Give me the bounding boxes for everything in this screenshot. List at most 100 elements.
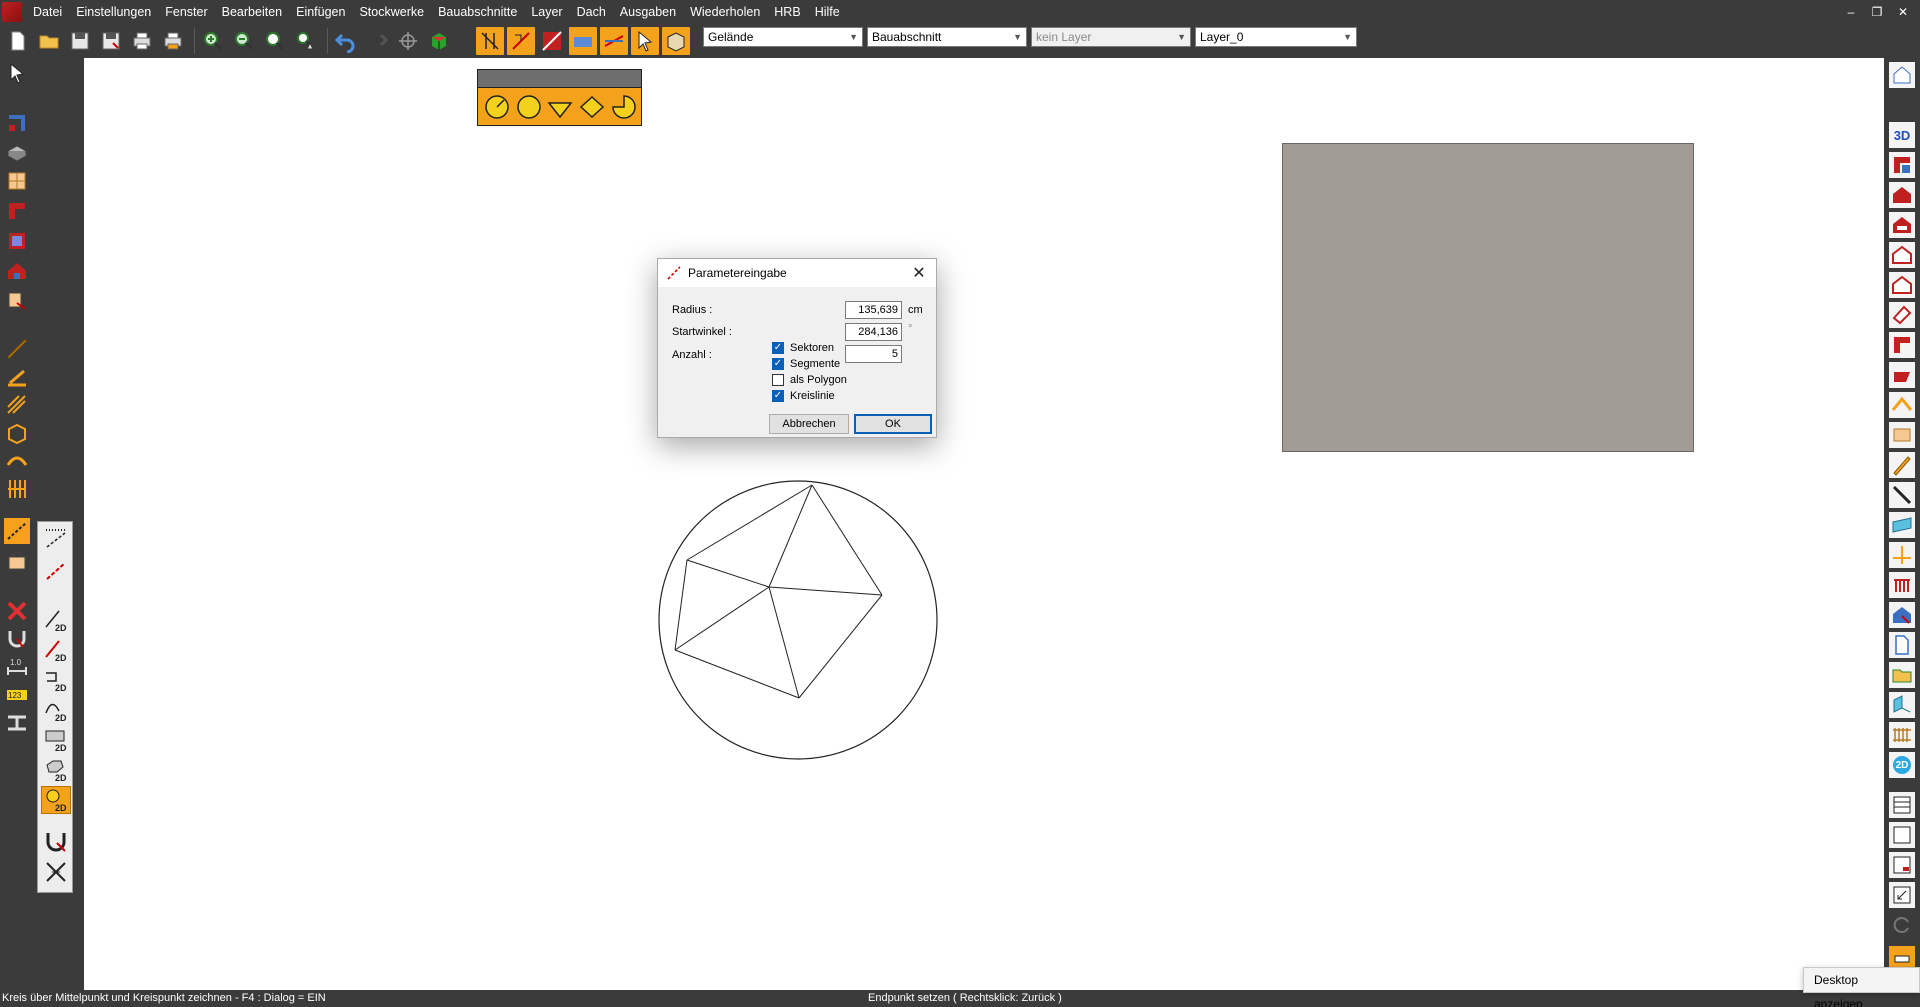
- menu-hrb[interactable]: HRB: [767, 0, 807, 24]
- menu-bauabschnitte[interactable]: Bauabschnitte: [431, 0, 524, 24]
- menu-einstellungen[interactable]: Einstellungen: [69, 0, 158, 24]
- resize-button[interactable]: [1889, 882, 1915, 908]
- circle-center-radius-button[interactable]: [482, 92, 512, 122]
- menu-layer[interactable]: Layer: [524, 0, 569, 24]
- checkbox-sektoren[interactable]: ✓ Sektoren: [772, 341, 834, 355]
- house-edit-button[interactable]: [1889, 602, 1915, 628]
- railing-tool-button[interactable]: [4, 392, 30, 418]
- ok-button[interactable]: OK: [854, 414, 932, 434]
- door-tool-button[interactable]: [4, 198, 30, 224]
- crosshair-button[interactable]: [394, 27, 422, 55]
- hatch-button[interactable]: [538, 27, 566, 55]
- building-tool-button[interactable]: [4, 258, 30, 284]
- circle-2d-tool-button[interactable]: 2D: [41, 786, 71, 814]
- checkbox-segmente-box[interactable]: ✓: [772, 358, 784, 370]
- grid-tool-button[interactable]: [4, 476, 30, 502]
- circle-with-sectors-drawing[interactable]: [655, 475, 951, 765]
- zoom-all-button[interactable]: [292, 27, 320, 55]
- terrain-combo[interactable]: Gelände ▼: [703, 27, 863, 47]
- anzahl-input[interactable]: 5: [845, 345, 902, 363]
- numbering-button[interactable]: 123: [4, 682, 30, 708]
- cancel-button[interactable]: Abbrechen: [769, 414, 849, 434]
- checkbox-sektoren-box[interactable]: ✓: [772, 342, 784, 354]
- magnet-tool-button[interactable]: [41, 828, 71, 856]
- section-button[interactable]: [4, 710, 30, 736]
- material-view-button[interactable]: [1889, 512, 1915, 538]
- checkbox-kreislinie-box[interactable]: ✓: [772, 390, 784, 402]
- save-as-button[interactable]: [97, 27, 125, 55]
- panel-button[interactable]: [1889, 422, 1915, 448]
- menu-datei[interactable]: Datei: [26, 0, 69, 24]
- sublayer-combo[interactable]: kein Layer ▼: [1031, 27, 1191, 47]
- stair-view-button[interactable]: [1889, 362, 1915, 388]
- open-file-button[interactable]: [35, 27, 63, 55]
- zoom-window-button[interactable]: [261, 27, 289, 55]
- slab-tool-button[interactable]: [4, 140, 30, 166]
- menu-fenster[interactable]: Fenster: [158, 0, 214, 24]
- 3d-view-button[interactable]: 3D: [1889, 122, 1915, 148]
- house-view-button-3[interactable]: [1889, 242, 1915, 268]
- menu-einfuegen[interactable]: Einfügen: [289, 0, 352, 24]
- stair-tool-button[interactable]: [4, 364, 30, 390]
- arc-partial-button[interactable]: [609, 92, 639, 122]
- wall-tool-button[interactable]: [4, 110, 30, 136]
- modify-button[interactable]: [4, 626, 30, 652]
- line-view-button[interactable]: [1889, 482, 1915, 508]
- dialog-close-button[interactable]: ✕: [908, 262, 930, 284]
- red-line-tool-button[interactable]: [41, 556, 71, 584]
- checkbox-segmente[interactable]: ✓ Segmente: [772, 357, 840, 371]
- 3d-cube-button[interactable]: [425, 27, 453, 55]
- beam-view-button[interactable]: [1889, 452, 1915, 478]
- save-button[interactable]: [66, 27, 94, 55]
- house-view-button-2[interactable]: [1889, 212, 1915, 238]
- circle-full-button[interactable]: [514, 92, 544, 122]
- floor-plan-3d-button[interactable]: [1889, 152, 1915, 178]
- house-view-button-1[interactable]: [1889, 182, 1915, 208]
- fill-button[interactable]: [569, 27, 597, 55]
- new-file-button[interactable]: [4, 27, 32, 55]
- select-tool-button[interactable]: [4, 60, 30, 86]
- page-layout-button[interactable]: [1889, 852, 1915, 878]
- window-tool-button[interactable]: [4, 168, 30, 194]
- blank-page-button[interactable]: [1889, 822, 1915, 848]
- object-properties-button[interactable]: [662, 27, 690, 55]
- terrain-rectangle[interactable]: [1282, 143, 1694, 452]
- wall-snap-button[interactable]: [476, 27, 504, 55]
- redo-button[interactable]: [363, 27, 391, 55]
- layers-button[interactable]: [1889, 692, 1915, 718]
- dialog-titlebar[interactable]: Parametereingabe: [658, 259, 936, 287]
- polyline-2d-tool-button[interactable]: 2D: [41, 666, 71, 694]
- trim-tool-button[interactable]: [41, 858, 71, 886]
- checkbox-kreislinie[interactable]: ✓ Kreislinie: [772, 389, 835, 403]
- menu-wiederholen[interactable]: Wiederholen: [683, 0, 767, 24]
- floating-toolbar-titlebar[interactable]: [478, 70, 641, 88]
- menu-ausgaben[interactable]: Ausgaben: [613, 0, 683, 24]
- arch-tool-button[interactable]: [4, 448, 30, 474]
- fence-button[interactable]: [1889, 722, 1915, 748]
- document-button[interactable]: [1889, 632, 1915, 658]
- building-3d-view-button[interactable]: [1889, 62, 1915, 88]
- close-window-button[interactable]: ✕: [1892, 0, 1914, 24]
- restore-button[interactable]: ❐: [1866, 0, 1888, 24]
- menu-bearbeiten[interactable]: Bearbeiten: [215, 0, 289, 24]
- rectangle-2d-tool-button[interactable]: 2D: [41, 726, 71, 754]
- arc-sector-button[interactable]: [577, 92, 607, 122]
- construction-phase-combo[interactable]: Bauabschnitt ▼: [867, 27, 1027, 47]
- column-tool-button[interactable]: [4, 420, 30, 446]
- startwinkel-input[interactable]: 284,136: [845, 323, 902, 341]
- zoom-in-button[interactable]: [199, 27, 227, 55]
- undo-button[interactable]: [332, 27, 360, 55]
- axis-view-button[interactable]: [1889, 542, 1915, 568]
- dotted-line-tool-button[interactable]: [41, 524, 71, 552]
- line-2d-tool-button[interactable]: 2D: [41, 606, 71, 634]
- menu-stockwerke[interactable]: Stockwerke: [352, 0, 431, 24]
- layer-combo[interactable]: Layer_0 ▼: [1195, 27, 1357, 47]
- refresh-button[interactable]: [1889, 912, 1915, 938]
- checkbox-als-polygon[interactable]: als Polygon: [772, 373, 847, 387]
- roof-outline-button[interactable]: [1889, 392, 1915, 418]
- wall-view-button[interactable]: [1889, 332, 1915, 358]
- house-view-button-4[interactable]: [1889, 272, 1915, 298]
- curve-2d-tool-button[interactable]: 2D: [41, 696, 71, 724]
- polygon-2d-tool-button[interactable]: 2D: [41, 756, 71, 784]
- measure-button[interactable]: 1.0: [4, 654, 30, 680]
